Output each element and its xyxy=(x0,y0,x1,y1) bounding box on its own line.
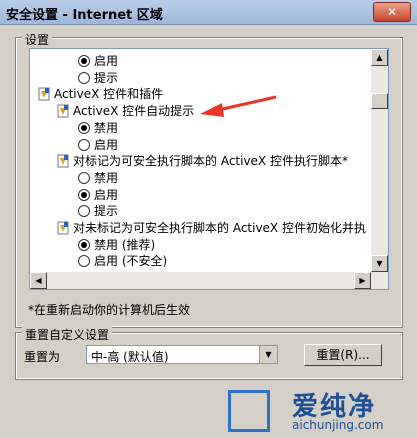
row-label: ActiveX 控件自动提示 xyxy=(73,104,195,119)
scroll-right-button[interactable]: ▶ xyxy=(354,272,371,289)
watermark-url: aichunjing.com xyxy=(292,418,384,432)
scroll-up-button[interactable]: ▲ xyxy=(371,49,388,66)
radio-button[interactable] xyxy=(78,205,90,218)
radio-button[interactable] xyxy=(78,71,90,84)
row-label: 启用 xyxy=(94,187,119,202)
row-label: 禁用 xyxy=(94,120,119,135)
settings-page-icon xyxy=(57,154,69,168)
reset-level-select[interactable]: 中-高 (默认值) ▼ xyxy=(86,345,278,364)
settings-group-title: 设置 xyxy=(22,31,53,48)
radio-button[interactable] xyxy=(78,55,90,67)
radio-button[interactable] xyxy=(78,171,90,184)
settings-page-icon xyxy=(57,104,69,118)
radio-button[interactable] xyxy=(78,255,90,268)
row-label: 对未标记为可安全执行脚本的 ActiveX 控件初始化并执 xyxy=(73,221,366,235)
window-title: 安全设置 - Internet 区域 xyxy=(6,8,163,23)
scroll-left-button[interactable]: ◀ xyxy=(30,272,47,289)
title-bar: 安全设置 - Internet 区域 ✕ xyxy=(0,0,417,25)
row-label: 启用 (不安全) xyxy=(94,254,168,269)
scroll-thumb[interactable] xyxy=(371,93,388,109)
vertical-scrollbar[interactable]: ▲ ▼ xyxy=(371,49,388,289)
row-label: 启用 xyxy=(94,137,119,152)
watermark-logo-icon xyxy=(228,390,270,432)
close-button[interactable]: ✕ xyxy=(373,2,411,22)
reset-group-title: 重置自定义设置 xyxy=(22,326,113,343)
horizontal-scrollbar[interactable]: ◀ ▶ xyxy=(30,272,371,289)
settings-tree[interactable]: 提示启用 (不安全) 禁用 (推荐) 对未标记为可安全执行脚本的 ActiveX 控… xyxy=(29,48,389,290)
radio-button[interactable] xyxy=(78,188,90,201)
watermark: 爱纯净 aichunjing.com xyxy=(222,384,412,434)
row-label: 对标记为可安全执行脚本的 ActiveX 控件执行脚本* xyxy=(73,154,348,169)
radio-button[interactable] xyxy=(78,121,90,134)
reset-button[interactable]: 重置(R)... xyxy=(304,344,382,366)
row-label: 提示 xyxy=(94,204,119,219)
row-label: 禁用 (推荐) xyxy=(94,237,156,252)
chevron-down-icon[interactable]: ▼ xyxy=(259,346,277,363)
reset-to-label: 重置为 xyxy=(24,350,61,364)
radio-button[interactable] xyxy=(78,238,90,251)
row-label: 启用 xyxy=(94,54,119,68)
row-label: 禁用 xyxy=(94,170,119,185)
row-label: 提示 xyxy=(94,70,119,85)
restart-note: *在重新启动你的计算机后生效 xyxy=(28,303,191,317)
settings-page-icon xyxy=(38,87,50,101)
radio-button[interactable] xyxy=(78,138,90,151)
settings-page-icon xyxy=(57,221,69,235)
scroll-down-button[interactable]: ▼ xyxy=(371,255,388,272)
row-label: ActiveX 控件和插件 xyxy=(54,87,164,102)
reset-level-value: 中-高 (默认值) xyxy=(91,350,169,364)
